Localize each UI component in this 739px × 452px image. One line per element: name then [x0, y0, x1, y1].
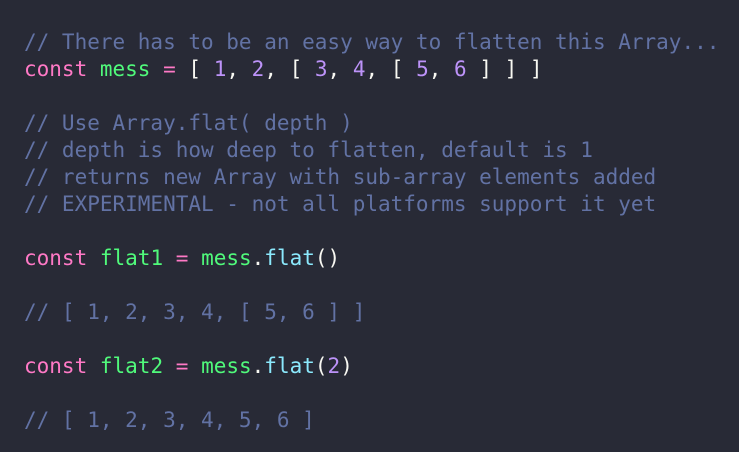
code-line: // EXPERIMENTAL - not all platforms supp… — [24, 191, 739, 218]
code-token-comment: // returns new Array with sub-array elem… — [24, 165, 657, 189]
code-token-variable: mess — [99, 57, 151, 81]
code-token-comment: // [ 1, 2, 3, 4, 5, 6 ] — [24, 408, 315, 432]
code-token-variable: flat1 — [99, 246, 164, 270]
code-token-comment: // depth is how deep to flatten, default… — [24, 138, 593, 162]
code-token-keyword: = — [163, 57, 176, 81]
code-line: // [ 1, 2, 3, 4, 5, 6 ] — [24, 407, 739, 434]
code-editor: // There has to be an easy way to flatte… — [0, 0, 739, 452]
code-token-keyword: const — [24, 246, 88, 270]
code-token-text: ) — [340, 354, 353, 378]
code-token-text: , — [327, 57, 353, 81]
code-token-comment: // [ 1, 2, 3, 4, [ 5, 6 ] ] — [24, 300, 366, 324]
code-line: const mess = [ 1, 2, [ 3, 4, [ 5, 6 ] ] … — [24, 56, 739, 83]
code-token-number: 1 — [213, 57, 227, 81]
code-token-text: () — [314, 246, 341, 270]
code-token-text: . — [251, 354, 265, 378]
code-line: // There has to be an easy way to flatte… — [24, 29, 739, 56]
code-token-number: 2 — [327, 354, 341, 378]
code-token-text: ( — [314, 354, 328, 378]
code-token-variable: mess — [201, 354, 252, 378]
code-token-number: 4 — [352, 57, 366, 81]
code-token-text: , [ — [264, 57, 315, 81]
code-token-variable: flat2 — [99, 354, 164, 378]
code-token-method: flat — [264, 354, 315, 378]
code-line: // depth is how deep to flatten, default… — [24, 137, 739, 164]
code-token-text: [ — [175, 57, 214, 81]
code-token-number: 5 — [416, 57, 429, 81]
code-token-text: , — [428, 57, 455, 81]
code-line: const flat1 = mess.flat() — [24, 245, 739, 272]
code-token-text: , — [226, 57, 252, 81]
code-token-keyword: const — [24, 57, 88, 81]
code-token-text: , [ — [365, 57, 417, 81]
code-token-keyword: = — [175, 354, 189, 378]
code-line: // Use Array.flat( depth ) — [24, 110, 739, 137]
code-token-method: flat — [264, 246, 315, 270]
code-token-number: 2 — [251, 57, 265, 81]
code-line: const flat2 = mess.flat(2) — [24, 353, 739, 380]
code-token-text: . — [251, 246, 265, 270]
code-token-number: 3 — [314, 57, 328, 81]
code-token-comment: // EXPERIMENTAL - not all platforms supp… — [24, 192, 657, 216]
code-token-number: 6 — [454, 57, 467, 81]
code-token-keyword: const — [24, 354, 88, 378]
code-token-comment: // Use Array.flat( depth ) — [24, 111, 353, 135]
code-line: // [ 1, 2, 3, 4, [ 5, 6 ] ] — [24, 299, 739, 326]
code-token-variable: mess — [201, 246, 252, 270]
code-token-comment: // There has to be an easy way to flatte… — [24, 30, 720, 54]
code-token-text: ] ] ] — [466, 57, 543, 81]
code-line: // returns new Array with sub-array elem… — [24, 164, 739, 191]
code-token-keyword: = — [175, 246, 189, 270]
